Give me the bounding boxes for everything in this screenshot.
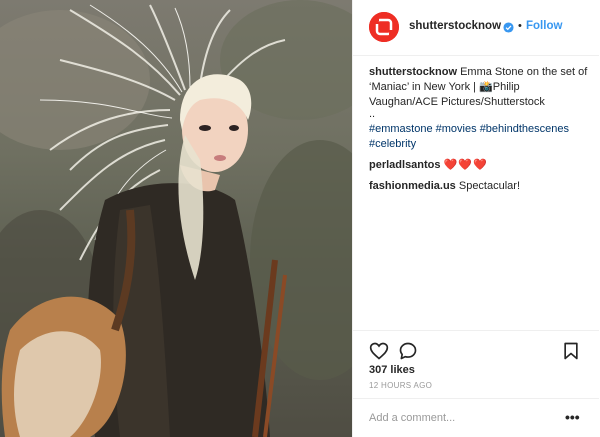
comment-text: ❤️❤️❤️ xyxy=(443,159,488,171)
hashtag-link[interactable]: #emmastone xyxy=(369,123,433,135)
hashtag-link[interactable]: #behindthescenes xyxy=(480,123,569,135)
photo-illustration xyxy=(0,0,352,437)
comment-text: Spectacular! xyxy=(458,180,521,192)
separator-dot: • xyxy=(518,20,522,32)
caption-username[interactable]: shutterstocknow xyxy=(369,66,457,78)
hashtag-link[interactable]: #celebrity xyxy=(369,138,416,150)
shutterstock-logo-icon xyxy=(369,12,399,42)
post-details-panel: shutterstocknow • Follow shutterstocknow… xyxy=(352,0,599,437)
verified-badge-icon xyxy=(503,20,514,33)
comment-item: fashionmedia.us Spectacular! xyxy=(369,179,589,194)
comment-item: perladlsantos ❤️❤️❤️ xyxy=(369,158,589,173)
add-comment-bar: ••• xyxy=(353,398,599,437)
comment-username[interactable]: perladlsantos xyxy=(369,159,441,171)
comments-section: shutterstocknow Emma Stone on the set of… xyxy=(369,65,589,194)
likes-count[interactable]: 307 likes xyxy=(369,364,415,376)
post-photo[interactable] xyxy=(0,0,352,437)
post-timestamp: 12 HOURS AGO xyxy=(369,381,433,390)
caption: shutterstocknow Emma Stone on the set of… xyxy=(369,65,589,110)
comment-icon[interactable] xyxy=(398,341,418,361)
bookmark-icon[interactable] xyxy=(561,341,581,361)
follow-button[interactable]: Follow xyxy=(526,20,562,32)
caption-dots: .. xyxy=(369,108,376,120)
instagram-post: shutterstocknow • Follow shutterstocknow… xyxy=(0,0,600,437)
comment-username[interactable]: fashionmedia.us xyxy=(369,180,456,192)
heart-icon[interactable] xyxy=(369,341,389,361)
more-options-icon[interactable]: ••• xyxy=(565,409,580,425)
post-header: shutterstocknow • Follow xyxy=(353,0,599,56)
add-comment-input[interactable] xyxy=(369,410,549,426)
hashtag-link[interactable]: #movies xyxy=(436,123,477,135)
hashtags: #emmastone #movies #behindthescenes #cel… xyxy=(369,122,589,152)
header-username[interactable]: shutterstocknow xyxy=(409,20,501,32)
avatar[interactable] xyxy=(369,12,399,42)
